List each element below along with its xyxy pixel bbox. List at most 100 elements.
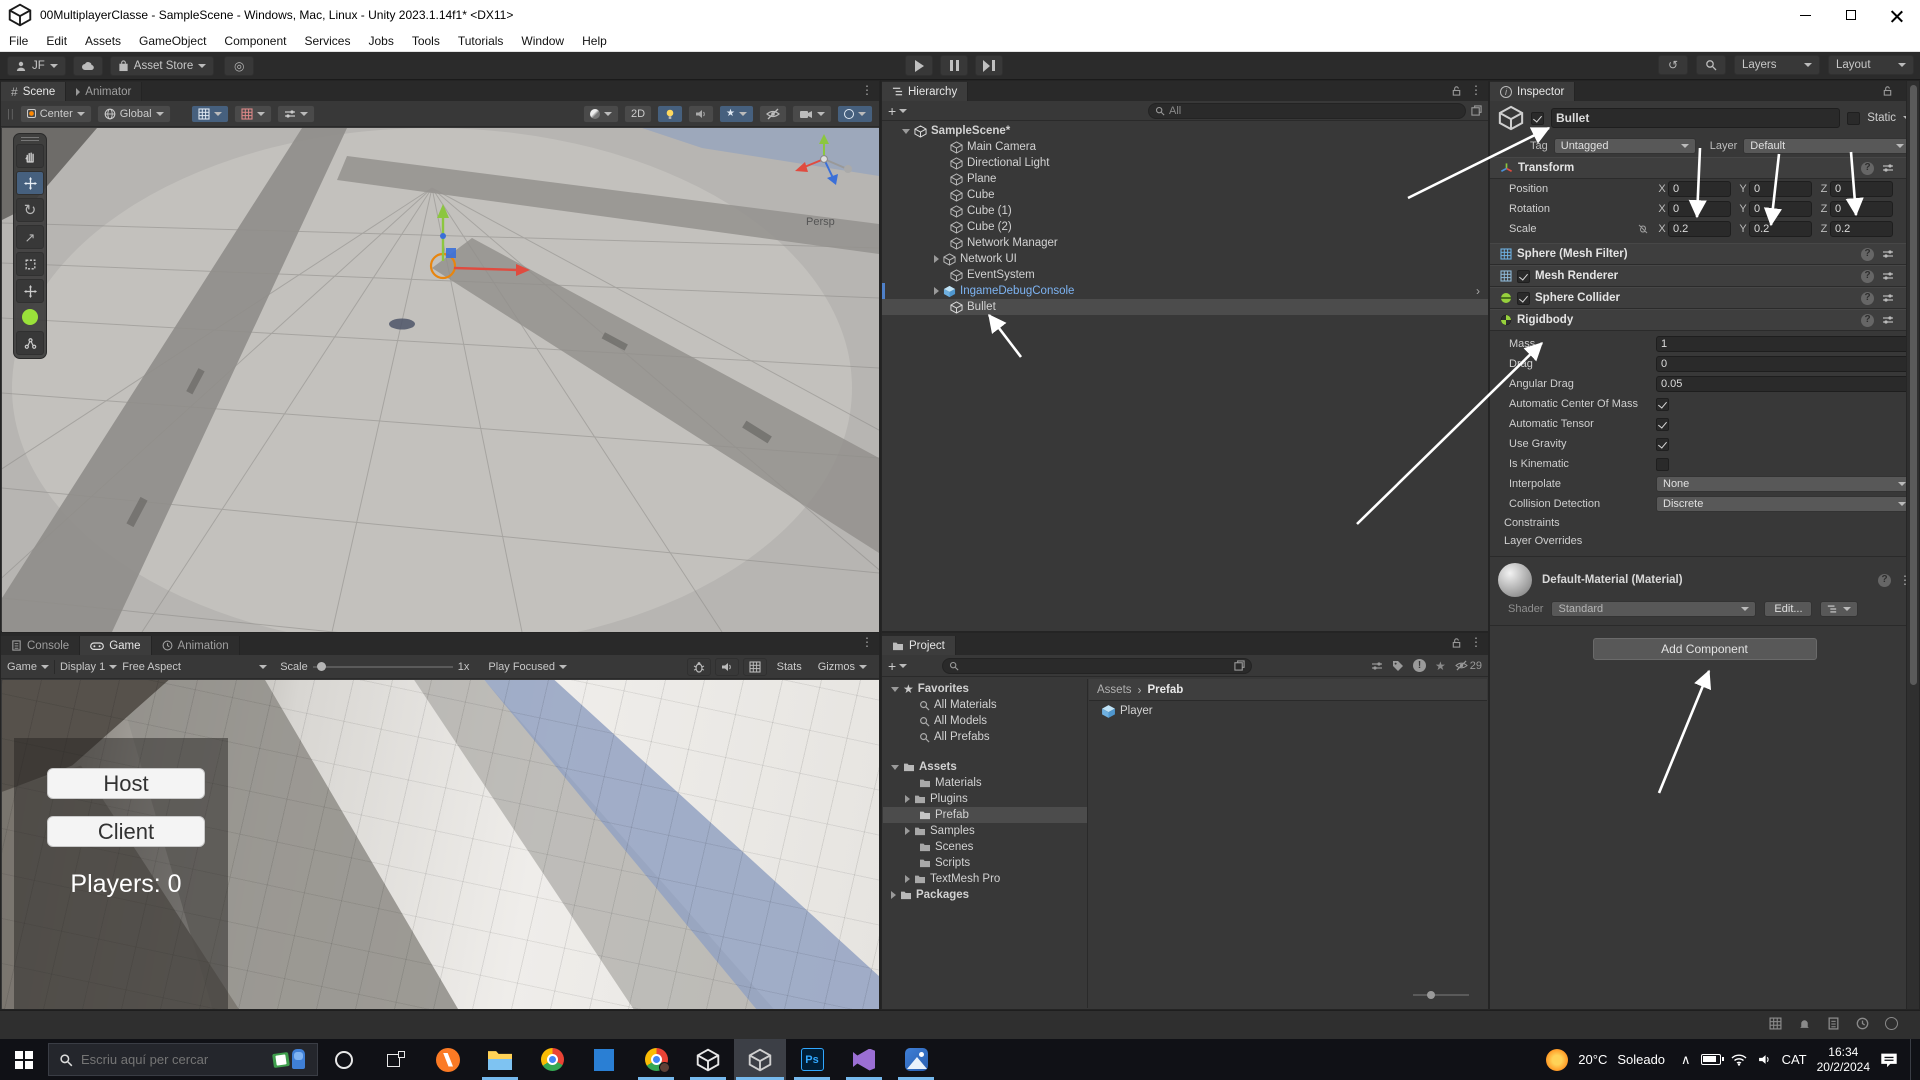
assets-root[interactable]: Assets: [883, 759, 1087, 775]
breadcrumb-current[interactable]: Prefab: [1148, 684, 1184, 696]
hierarchy-search-input[interactable]: [1169, 105, 1459, 117]
menu-window[interactable]: Window: [512, 34, 573, 48]
asset-zoom-knob[interactable]: [1427, 991, 1435, 999]
console-message-icon[interactable]: [1827, 1017, 1840, 1030]
tab-inspector[interactable]: i Inspector: [1490, 82, 1575, 101]
menu-component[interactable]: Component: [215, 34, 295, 48]
taskbar-unity-editor-active[interactable]: [734, 1039, 786, 1080]
scale-slider-knob[interactable]: [317, 662, 326, 671]
show-desktop-button[interactable]: [1910, 1039, 1914, 1080]
tab-game[interactable]: Game: [80, 636, 151, 655]
project-menu-kebab-icon[interactable]: ⋮: [1470, 636, 1482, 648]
toggle-2d-button[interactable]: 2D: [624, 105, 652, 123]
rotation-x-field[interactable]: [1668, 201, 1731, 217]
menu-gameobject[interactable]: GameObject: [130, 34, 215, 48]
tab-project[interactable]: Project: [882, 636, 956, 655]
folder-item[interactable]: Samples: [883, 823, 1087, 839]
breadcrumb-root[interactable]: Assets: [1097, 684, 1132, 696]
help-icon[interactable]: ?: [1861, 314, 1874, 327]
prefab-open-chevron-icon[interactable]: ›: [1476, 285, 1480, 297]
is-kinematic-checkbox[interactable]: [1656, 458, 1669, 471]
layout-dropdown[interactable]: Layout: [1828, 55, 1914, 75]
clock[interactable]: 16:34 20/2/2024: [1817, 1045, 1870, 1075]
asset-store-button[interactable]: Asset Store: [110, 56, 214, 76]
cloud-services-button[interactable]: [73, 56, 103, 76]
auto-tensor-checkbox[interactable]: [1656, 418, 1669, 431]
hierarchy-item-prefab[interactable]: IngameDebugConsole ›: [882, 283, 1488, 299]
shader-dropdown[interactable]: Standard: [1551, 601, 1756, 617]
menu-tools[interactable]: Tools: [403, 34, 449, 48]
undo-history-button[interactable]: ↺: [1658, 55, 1688, 75]
hierarchy-search[interactable]: [1148, 103, 1466, 119]
folder-item[interactable]: Scripts: [883, 855, 1087, 871]
scene-effects-dropdown[interactable]: ★: [719, 105, 754, 123]
start-button[interactable]: [0, 1039, 48, 1080]
help-icon[interactable]: ?: [1861, 248, 1874, 261]
taskbar-visual-studio[interactable]: [838, 1039, 890, 1080]
collision-detection-dropdown[interactable]: Discrete: [1656, 496, 1913, 512]
layer-overrides-foldout[interactable]: Layer Overrides: [1490, 532, 1919, 550]
material-preview-sphere[interactable]: [1498, 563, 1532, 597]
mesh-renderer-header[interactable]: Mesh Renderer ? ⋮: [1490, 265, 1919, 287]
rect-tool-button[interactable]: [16, 252, 44, 276]
account-dropdown[interactable]: JF: [7, 56, 66, 76]
hierarchy-item[interactable]: Main Camera: [882, 139, 1488, 155]
hierarchy-item[interactable]: Plane: [882, 171, 1488, 187]
scene-viewport[interactable]: Persp: [2, 128, 879, 632]
folder-item[interactable]: Materials: [883, 775, 1087, 791]
cortana-button[interactable]: [318, 1039, 370, 1080]
transform-header[interactable]: Transform ? ⋮: [1490, 157, 1919, 179]
tool-handle-pivot-dropdown[interactable]: Center: [20, 105, 92, 123]
use-gravity-checkbox[interactable]: [1656, 438, 1669, 451]
debug-bug-button[interactable]: [687, 658, 711, 676]
auto-center-of-mass-checkbox[interactable]: [1656, 398, 1669, 411]
favorite-item[interactable]: All Materials: [883, 697, 1087, 713]
grid-snapping-toggle[interactable]: [191, 105, 229, 123]
help-icon[interactable]: ?: [1861, 162, 1874, 175]
hand-tool-button[interactable]: [16, 144, 44, 168]
search-by-type-icon[interactable]: [1371, 660, 1383, 672]
position-x-field[interactable]: [1668, 181, 1731, 197]
position-z-field[interactable]: [1830, 181, 1893, 197]
asset-zoom-slider[interactable]: [1413, 990, 1469, 1000]
scale-tool-button[interactable]: ↗: [16, 225, 44, 249]
help-icon[interactable]: ?: [1878, 574, 1891, 587]
tools-drag-handle[interactable]: [21, 137, 39, 141]
scene-lighting-toggle[interactable]: [657, 105, 683, 123]
search-by-label-icon[interactable]: [1392, 660, 1404, 672]
inspector-scrollbar-thumb[interactable]: [1910, 85, 1917, 685]
game-menu-kebab-icon[interactable]: ⋮: [861, 636, 873, 648]
menu-edit[interactable]: Edit: [37, 34, 76, 48]
gizmos-dropdown[interactable]: [837, 105, 873, 123]
notification-center-icon[interactable]: [1880, 1052, 1898, 1068]
gameobject-name-field[interactable]: [1551, 108, 1840, 128]
task-view-button[interactable]: [370, 1039, 422, 1080]
wifi-icon[interactable]: [1731, 1053, 1747, 1066]
scene-audio-toggle[interactable]: [688, 105, 714, 123]
scene-menu-kebab-icon[interactable]: ⋮: [861, 84, 873, 96]
client-button[interactable]: Client: [47, 816, 205, 847]
create-object-button[interactable]: +: [888, 103, 907, 119]
activity-clock-icon[interactable]: [1856, 1017, 1869, 1030]
folder-item[interactable]: Scenes: [883, 839, 1087, 855]
taskbar-chrome-profile[interactable]: [630, 1039, 682, 1080]
overlay-drag-handle[interactable]: ||: [7, 108, 15, 120]
shader-edit-button[interactable]: Edit...: [1764, 601, 1812, 617]
project-search[interactable]: [942, 658, 1252, 674]
sphere-collider-header[interactable]: Sphere Collider ? ⋮: [1490, 287, 1919, 309]
hierarchy-item[interactable]: Cube (1): [882, 203, 1488, 219]
hidden-icons-chevron-icon[interactable]: ∧: [1681, 1053, 1691, 1066]
tray-temperature[interactable]: 20°C: [1578, 1052, 1607, 1067]
joint-tool-button[interactable]: [16, 331, 44, 355]
scale-y-field[interactable]: [1749, 221, 1812, 237]
aspect-ratio-dropdown[interactable]: Free Aspect: [122, 661, 267, 673]
menu-services[interactable]: Services: [295, 34, 359, 48]
add-component-button[interactable]: Add Component: [1593, 638, 1817, 660]
layers-dropdown[interactable]: Layers: [1734, 55, 1820, 75]
play-focused-dropdown[interactable]: Play Focused: [488, 661, 567, 673]
layer-dropdown[interactable]: Default: [1743, 138, 1911, 154]
volume-icon[interactable]: [1757, 1053, 1772, 1066]
interpolate-dropdown[interactable]: None: [1656, 476, 1913, 492]
minimize-button[interactable]: [1782, 0, 1828, 30]
presets-icon[interactable]: [1882, 270, 1894, 282]
